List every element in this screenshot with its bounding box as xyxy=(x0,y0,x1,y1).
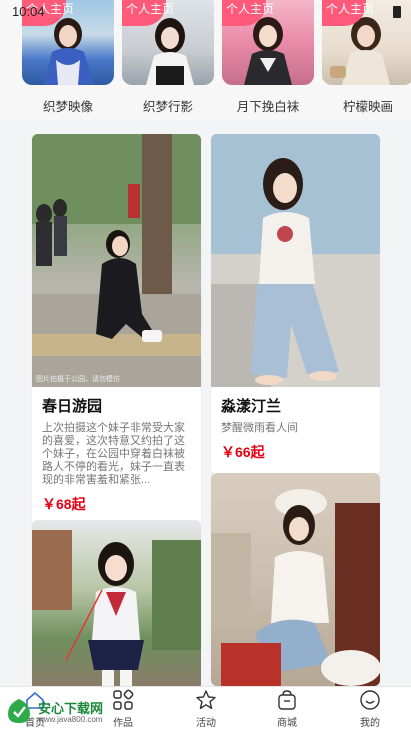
card-description: 梦醒微雨看人间 xyxy=(221,422,298,434)
card-title: 春日游园 xyxy=(42,398,103,415)
card-price: ￥68起 xyxy=(42,496,86,512)
tab-activity[interactable]: 活动 xyxy=(176,689,236,729)
card-body: 淼漾汀兰 梦醒微雨看人间 ￥66起 xyxy=(211,387,380,474)
star-icon xyxy=(196,690,216,710)
creator-name[interactable]: 柠檬映画 xyxy=(322,96,411,115)
status-time: 10:04 xyxy=(12,4,45,19)
product-card[interactable]: 图片拍摄于公园，请勿模仿 春日游园 上次拍摄这个妹子非常受大家的喜爱，这次特意又… xyxy=(32,134,201,526)
content-feed[interactable]: 图片拍摄于公园，请勿模仿 春日游园 上次拍摄这个妹子非常受大家的喜爱，这次特意又… xyxy=(0,120,411,686)
card-image[interactable] xyxy=(32,520,201,686)
product-card[interactable] xyxy=(32,520,201,686)
tab-profile[interactable]: 我的 xyxy=(340,689,400,729)
card-image[interactable]: 图片拍摄于公园，请勿模仿 xyxy=(32,134,201,387)
watermark-logo xyxy=(8,699,30,723)
card-photo xyxy=(32,530,201,686)
creator-name[interactable]: 织梦行影 xyxy=(122,96,214,115)
tab-label: 我的 xyxy=(360,718,380,729)
card-photo xyxy=(211,134,380,387)
tab-shop[interactable]: 商城 xyxy=(257,689,317,729)
card-image[interactable] xyxy=(211,473,380,686)
card-photo xyxy=(211,489,380,686)
site-watermark: 安心下载网 www.java800.com xyxy=(4,694,110,728)
card-description: 上次拍摄这个妹子非常受大家的喜爱，这次特意又约拍了这个妹子，在公园中穿着白袜被路… xyxy=(42,422,185,486)
smile-icon xyxy=(360,690,380,710)
card-image[interactable] xyxy=(211,134,380,387)
card-price: ￥66起 xyxy=(221,444,265,460)
image-caption: 图片拍摄于公园，请勿模仿 xyxy=(36,376,120,383)
creator-name[interactable]: 织梦映像 xyxy=(22,96,114,115)
shopping-bag-icon xyxy=(278,690,296,710)
tab-label: 商城 xyxy=(277,718,297,729)
product-card[interactable] xyxy=(211,473,380,686)
card-photo xyxy=(32,134,201,387)
creator-name[interactable]: 月下挽白袜 xyxy=(222,96,314,115)
battery-icon xyxy=(393,6,401,18)
grid-icon xyxy=(113,689,134,710)
product-card[interactable]: 淼漾汀兰 梦醒微雨看人间 ￥66起 xyxy=(211,134,380,474)
card-title: 淼漾汀兰 xyxy=(221,398,282,415)
status-bar: 10:04 xyxy=(0,0,411,24)
card-body: 春日游园 上次拍摄这个妹子非常受大家的喜爱，这次特意又约拍了这个妹子，在公园中穿… xyxy=(32,387,201,526)
tab-label: 活动 xyxy=(196,718,216,729)
watermark-url: www.java800.com xyxy=(38,715,103,724)
